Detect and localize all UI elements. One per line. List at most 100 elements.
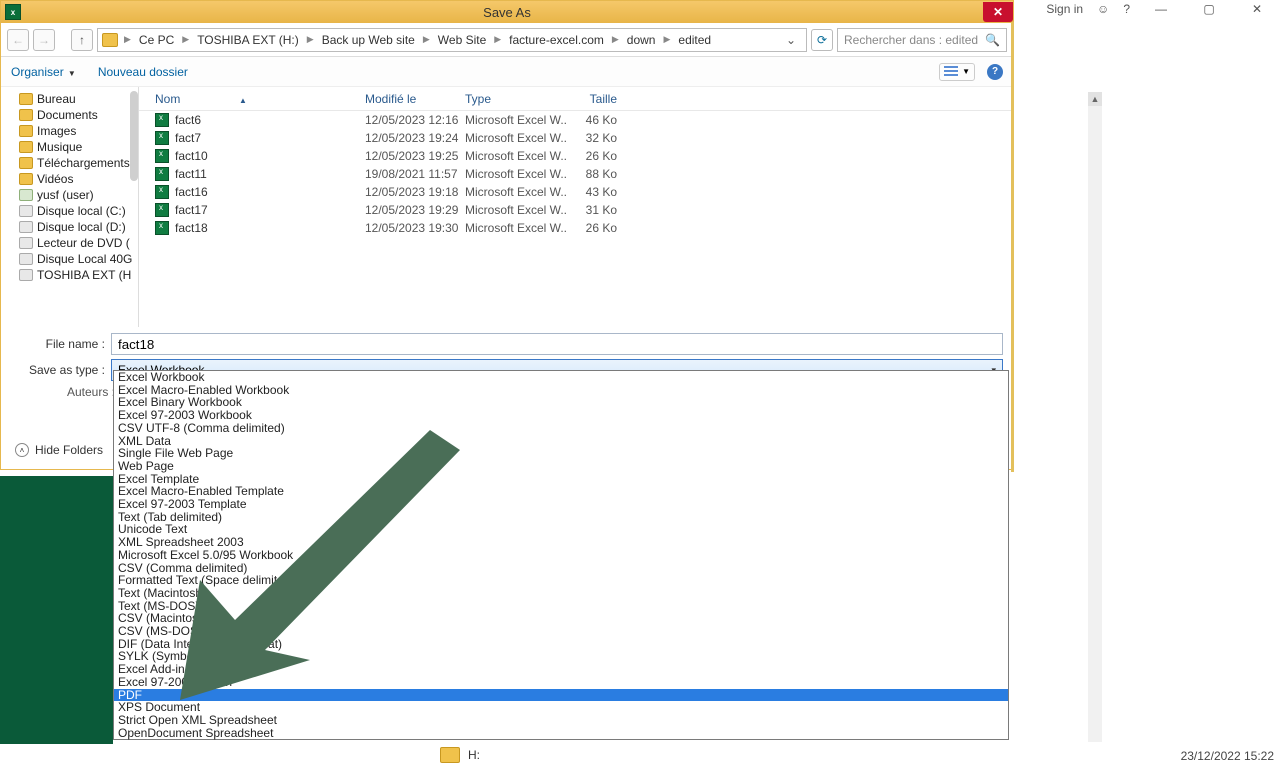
help-button[interactable]: ?: [987, 64, 1003, 80]
new-folder-button[interactable]: Nouveau dossier: [98, 65, 188, 79]
file-row[interactable]: fact1712/05/2023 19:29Microsoft Excel W.…: [139, 201, 1013, 219]
tree-item[interactable]: TOSHIBA EXT (H: [1, 267, 138, 283]
filetype-option[interactable]: Excel Macro-Enabled Workbook: [114, 384, 1008, 397]
file-name: fact11: [175, 167, 365, 181]
search-input[interactable]: Rechercher dans : edited 🔍: [837, 28, 1007, 52]
tree-item[interactable]: Disque local (D:): [1, 219, 138, 235]
chevron-right-icon[interactable]: ▶: [122, 34, 133, 45]
folder-tree[interactable]: Bureau Documents Images Musique Téléchar…: [1, 87, 139, 327]
file-row[interactable]: fact1119/08/2021 11:57Microsoft Excel W.…: [139, 165, 1013, 183]
feedback-icon[interactable]: ☺: [1097, 2, 1109, 16]
background-panel: [0, 476, 113, 744]
chevron-right-icon[interactable]: ▶: [610, 34, 621, 45]
filetype-option[interactable]: Strict Open XML Spreadsheet: [114, 714, 1008, 727]
file-name: fact7: [175, 131, 365, 145]
filetype-option[interactable]: SYLK (Symbolic Link): [114, 650, 1008, 663]
tree-item[interactable]: Bureau: [1, 91, 138, 107]
filetype-option[interactable]: XML Spreadsheet 2003: [114, 536, 1008, 549]
back-button[interactable]: ←: [7, 29, 29, 51]
tree-item[interactable]: Vidéos: [1, 171, 138, 187]
tree-item[interactable]: Lecteur de DVD (: [1, 235, 138, 251]
vertical-scrollbar[interactable]: ▲: [1088, 92, 1102, 742]
refresh-button[interactable]: ⟳: [811, 29, 833, 51]
tree-item[interactable]: Musique: [1, 139, 138, 155]
breadcrumb-dropdown-icon[interactable]: ⌄: [780, 33, 802, 47]
column-modified[interactable]: Modifié le: [365, 92, 465, 106]
filetype-option[interactable]: Excel Add-in: [114, 663, 1008, 676]
crumb-drive[interactable]: TOSHIBA EXT (H:): [193, 30, 303, 50]
file-size: 88 Ko: [567, 167, 627, 181]
filetype-option[interactable]: Microsoft Excel 5.0/95 Workbook: [114, 549, 1008, 562]
forward-button[interactable]: →: [33, 29, 55, 51]
file-size: 26 Ko: [567, 221, 627, 235]
file-row[interactable]: fact712/05/2023 19:24Microsoft Excel W..…: [139, 129, 1013, 147]
column-size[interactable]: Taille: [567, 92, 627, 106]
filetype-option[interactable]: CSV UTF-8 (Comma delimited): [114, 422, 1008, 435]
filetype-option[interactable]: Excel Workbook: [114, 371, 1008, 384]
app-close-button[interactable]: ✕: [1240, 2, 1274, 16]
tree-item[interactable]: yusf (user): [1, 187, 138, 203]
chevron-right-icon[interactable]: ▶: [180, 34, 191, 45]
close-button[interactable]: ✕: [983, 2, 1013, 22]
filetype-option[interactable]: Text (MS-DOS): [114, 600, 1008, 613]
crumb-folder[interactable]: facture-excel.com: [505, 30, 608, 50]
filetype-option[interactable]: Excel 97-2003 Template: [114, 498, 1008, 511]
crumb-pc[interactable]: Ce PC: [135, 30, 178, 50]
filetype-option[interactable]: CSV (MS-DOS): [114, 625, 1008, 638]
hide-folders-button[interactable]: ˄ Hide Folders: [15, 443, 103, 457]
excel-file-icon: [155, 149, 169, 163]
file-list[interactable]: Nom▲ Modifié le Type Taille fact612/05/2…: [139, 87, 1013, 327]
filetype-option[interactable]: Excel 97-2003 Workbook: [114, 409, 1008, 422]
signin-link[interactable]: Sign in: [1046, 2, 1083, 16]
column-name[interactable]: Nom▲: [139, 92, 365, 106]
chevron-right-icon[interactable]: ▶: [492, 34, 503, 45]
column-headers[interactable]: Nom▲ Modifié le Type Taille: [139, 87, 1013, 111]
crumb-folder[interactable]: Back up Web site: [318, 30, 419, 50]
filetype-option[interactable]: DIF (Data Interchange Format): [114, 638, 1008, 651]
filetype-option[interactable]: Text (Tab delimited): [114, 511, 1008, 524]
file-row[interactable]: fact1012/05/2023 19:25Microsoft Excel W.…: [139, 147, 1013, 165]
crumb-folder[interactable]: edited: [674, 30, 715, 50]
filetype-option[interactable]: PDF: [114, 689, 1008, 702]
search-icon[interactable]: 🔍: [985, 33, 1000, 47]
explorer-taskbar-icon[interactable]: [440, 747, 460, 763]
filetype-option[interactable]: Unicode Text: [114, 523, 1008, 536]
filetype-option[interactable]: Text (Macintosh): [114, 587, 1008, 600]
column-type[interactable]: Type: [465, 92, 567, 106]
file-row[interactable]: fact1812/05/2023 19:30Microsoft Excel W.…: [139, 219, 1013, 237]
help-icon[interactable]: ?: [1123, 2, 1130, 16]
file-size: 31 Ko: [567, 203, 627, 217]
scroll-up-icon[interactable]: ▲: [1088, 92, 1102, 106]
file-size: 43 Ko: [567, 185, 627, 199]
tree-item[interactable]: Documents: [1, 107, 138, 123]
filetype-option[interactable]: OpenDocument Spreadsheet: [114, 727, 1008, 740]
file-row[interactable]: fact612/05/2023 12:16Microsoft Excel W..…: [139, 111, 1013, 129]
chevron-right-icon[interactable]: ▶: [421, 34, 432, 45]
chevron-right-icon[interactable]: ▶: [661, 34, 672, 45]
tree-item[interactable]: Téléchargements: [1, 155, 138, 171]
filename-input[interactable]: [111, 333, 1003, 355]
filetype-option[interactable]: Excel 97-2003 Add-in: [114, 676, 1008, 689]
savetype-label: Save as type :: [11, 363, 111, 377]
minimize-button[interactable]: —: [1144, 2, 1178, 16]
filetype-option[interactable]: Excel Macro-Enabled Template: [114, 485, 1008, 498]
organize-menu[interactable]: Organiser ▼: [11, 65, 76, 79]
crumb-folder[interactable]: down: [623, 30, 660, 50]
tree-item[interactable]: Disque local (C:): [1, 203, 138, 219]
up-button[interactable]: ↑: [71, 29, 93, 51]
file-row[interactable]: fact1612/05/2023 19:18Microsoft Excel W.…: [139, 183, 1013, 201]
savetype-dropdown-list[interactable]: Excel WorkbookExcel Macro-Enabled Workbo…: [113, 370, 1009, 740]
breadcrumb[interactable]: ▶ Ce PC ▶ TOSHIBA EXT (H:) ▶ Back up Web…: [97, 28, 807, 52]
chevron-right-icon[interactable]: ▶: [305, 34, 316, 45]
maximize-button[interactable]: ▢: [1192, 2, 1226, 16]
scrollbar-thumb[interactable]: [130, 91, 138, 181]
view-mode-button[interactable]: ▼: [939, 63, 975, 81]
tree-item[interactable]: Disque Local 40G: [1, 251, 138, 267]
filetype-option[interactable]: XML Data: [114, 435, 1008, 448]
filetype-option[interactable]: Formatted Text (Space delimited): [114, 574, 1008, 587]
tree-item[interactable]: Images: [1, 123, 138, 139]
crumb-folder[interactable]: Web Site: [434, 30, 490, 50]
filetype-option[interactable]: Web Page: [114, 460, 1008, 473]
filetype-option[interactable]: Single File Web Page: [114, 447, 1008, 460]
filetype-option[interactable]: CSV (Macintosh): [114, 612, 1008, 625]
